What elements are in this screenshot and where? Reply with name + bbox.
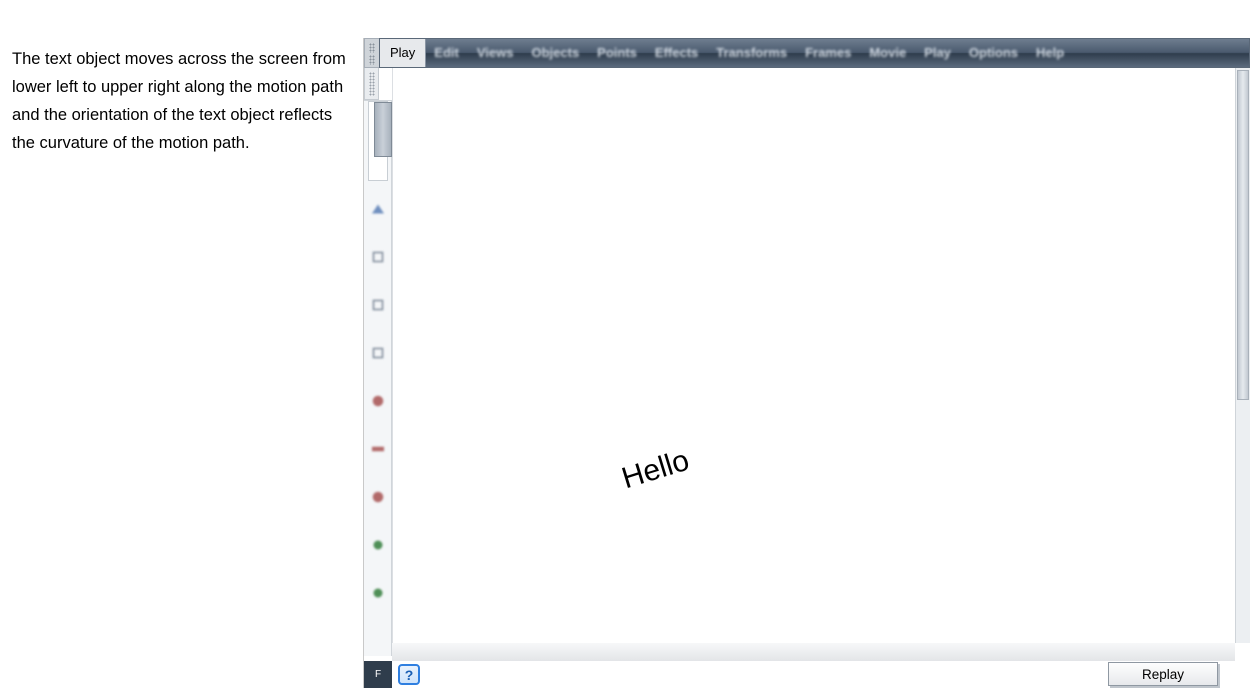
menu-item-help[interactable]: Help [1028,39,1074,67]
menu-item-movie[interactable]: Movie [861,39,916,67]
menu-item-transforms[interactable]: Transforms [708,39,797,67]
toolbox-scroll-track[interactable] [368,101,388,181]
tool-icon-1[interactable] [364,185,392,233]
status-bar: F ? Replay [364,643,1250,688]
replay-button[interactable]: Replay [1108,662,1218,686]
toolbox [364,100,392,656]
menubar-grip-icon[interactable] [364,38,379,68]
menu-item-points[interactable]: Points [589,39,647,67]
text-object-hello[interactable]: Hello [618,444,693,497]
menu-item-play[interactable]: Play [380,39,426,67]
tool-icon-6[interactable] [364,425,392,473]
toolbox-scroll-thumb[interactable] [374,102,392,157]
sub-grip-icon[interactable] [364,68,379,100]
vertical-scrollbar-thumb[interactable] [1237,70,1249,400]
menu-item-views[interactable]: Views [469,39,524,67]
menu-item-play2[interactable]: Play [916,39,961,67]
menu-item-frames[interactable]: Frames [797,39,861,67]
menu-item-effects[interactable]: Effects [647,39,708,67]
app-window: Play Edit Views Objects Points Effects T… [363,38,1250,688]
tool-icon-9[interactable] [364,569,392,617]
tool-icon-3[interactable] [364,281,392,329]
menu-item-edit[interactable]: Edit [426,39,469,67]
description-text: The text object moves across the screen … [12,45,352,157]
help-icon[interactable]: ? [398,664,420,685]
page-root: The text object moves across the screen … [0,0,1250,688]
menu-item-objects[interactable]: Objects [523,39,589,67]
tool-icon-2[interactable] [364,233,392,281]
status-left-label: F [364,661,392,688]
tool-icon-5[interactable] [364,377,392,425]
tool-icon-4[interactable] [364,329,392,377]
vertical-scrollbar[interactable] [1235,68,1250,643]
status-shade [392,643,1235,661]
menu-item-options[interactable]: Options [961,39,1028,67]
tool-icon-7[interactable] [364,473,392,521]
tool-icon-8[interactable] [364,521,392,569]
canvas[interactable]: Hello [392,68,1235,643]
menubar: Play Edit Views Objects Points Effects T… [379,38,1250,68]
